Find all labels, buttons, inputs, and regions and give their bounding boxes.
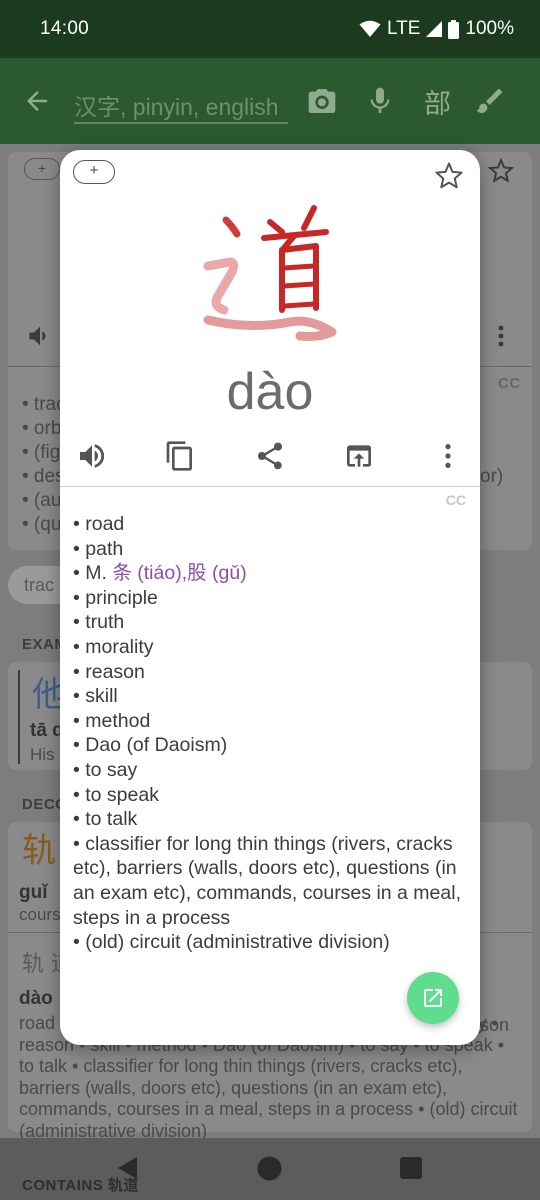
search-input[interactable]: 汉字, pinyin, english <box>74 88 288 124</box>
definition-item: • to talk <box>73 808 138 831</box>
background-example-trans: His <box>30 745 55 764</box>
background-example-rule <box>18 670 20 764</box>
status-time: 14:00 <box>40 18 90 39</box>
brush-icon[interactable] <box>474 85 506 117</box>
background-def: • (au <box>22 490 62 511</box>
background-def: • (fig <box>22 442 61 463</box>
star-icon[interactable] <box>434 161 464 191</box>
definitions-list: • road • path • M. 条 (tiáo),股 (gǔ) • pri… <box>73 512 469 955</box>
network-label: LTE <box>386 18 421 39</box>
background-def: • des <box>22 466 65 487</box>
definition-text: truth <box>85 611 125 634</box>
definition-text: principle <box>85 586 158 609</box>
background-decomp-gloss: cours <box>19 905 61 924</box>
cc-license-label[interactable]: CC <box>446 492 466 508</box>
definition-text: path <box>85 537 124 560</box>
navigation-bar: CONTAINS 轨道 <box>0 1138 540 1200</box>
nav-back-icon[interactable] <box>116 1156 138 1180</box>
definition-text: classifier for long thin things (rivers,… <box>73 832 461 929</box>
definition-text: road <box>85 513 125 535</box>
definition-item: • path <box>73 537 124 560</box>
definition-item: • reason <box>73 660 145 683</box>
definition-item: • morality <box>73 635 154 658</box>
mic-icon[interactable] <box>364 85 396 117</box>
definition-item: • truth <box>73 611 125 634</box>
definition-text: to say <box>85 758 138 781</box>
definition-item: • classifier for long thin things (river… <box>73 832 461 929</box>
measure-word-link[interactable]: 条 (tiáo),股 (gǔ) <box>112 562 246 584</box>
measure-word-prefix: M. <box>85 562 113 585</box>
definition-text: skill <box>85 685 118 708</box>
camera-icon[interactable] <box>306 85 338 117</box>
open-entry-button[interactable] <box>407 972 459 1024</box>
background-star-icon <box>488 158 514 183</box>
background-decomp-pinyin: guǐ <box>19 882 48 903</box>
speaker-icon[interactable] <box>76 440 108 472</box>
open-in-icon[interactable] <box>343 440 375 472</box>
background-example-pinyin: tā d <box>30 720 64 741</box>
more-vert-icon[interactable] <box>432 440 464 472</box>
definition-item: • Dao (of Daoism) <box>73 734 228 757</box>
back-arrow-icon[interactable] <box>22 86 52 116</box>
definition-item: • to speak <box>73 783 159 806</box>
character-popup-dialog: + dào CC • road • path • M. 条 (tiáo),股 (… <box>60 150 480 1045</box>
copy-icon[interactable] <box>164 440 196 472</box>
background-decomp-char: 轨 <box>22 831 56 871</box>
pinyin: dào <box>226 363 314 421</box>
nav-home-icon[interactable] <box>257 1156 282 1181</box>
definition-item: • principle <box>73 586 158 609</box>
background-def: • (qu <box>22 514 62 535</box>
battery-icon <box>448 19 460 39</box>
definition-item: • to say <box>73 758 138 781</box>
definition-item: • M. 条 (tiáo),股 (gǔ) <box>73 562 247 585</box>
battery-label: 100% <box>465 18 514 39</box>
share-icon[interactable] <box>254 440 286 472</box>
definition-text: to talk <box>85 808 138 831</box>
phonetic-component-strokes <box>261 205 329 313</box>
definition-text: to speak <box>85 783 159 806</box>
radical-button[interactable]: 部 <box>424 82 451 121</box>
definition-item: • skill <box>73 685 118 708</box>
background-def: • orb <box>22 418 62 439</box>
background-add-button: + <box>24 158 60 180</box>
definition-text: Dao (of Daoism) <box>85 734 228 757</box>
definition-text: reason <box>85 660 145 683</box>
nav-recents-icon[interactable] <box>400 1157 422 1179</box>
definition-item: • (old) circuit (administrative division… <box>73 931 390 954</box>
add-to-list-button[interactable]: + <box>73 160 115 184</box>
background-speaker-icon <box>29 326 46 346</box>
action-bar <box>60 440 480 474</box>
definition-text: (old) circuit (administrative division) <box>85 931 390 954</box>
wifi-icon <box>359 20 381 37</box>
definition-item: • road <box>73 513 125 535</box>
background-more-icon <box>498 325 504 347</box>
definition-item: • method <box>73 709 151 732</box>
definition-text: morality <box>85 635 154 658</box>
dialog-divider <box>60 486 480 487</box>
signal-icon <box>426 21 443 37</box>
status-indicators: LTE 100% <box>359 18 514 40</box>
character-stroke-graphic[interactable] <box>60 188 480 348</box>
status-bar: 14:00 LTE 100% <box>0 0 540 58</box>
open-external-icon <box>424 989 442 1007</box>
background-cc: CC <box>498 375 521 392</box>
background-compound-pinyin: dào <box>19 988 53 1009</box>
definition-text: method <box>85 709 151 732</box>
search-toolbar: 汉字, pinyin, english 部 <box>0 58 540 144</box>
background-def-right: or) <box>480 466 504 487</box>
